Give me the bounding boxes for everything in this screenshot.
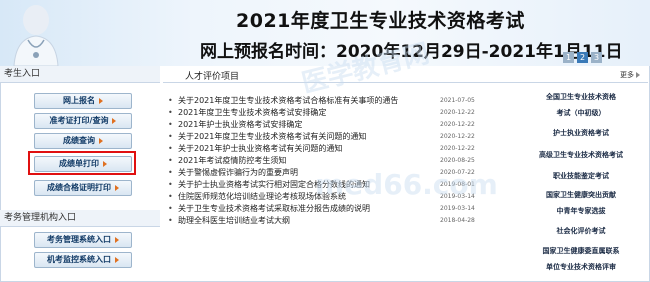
category-link[interactable]: 国家卫生健康委直属联系 bbox=[520, 246, 642, 256]
online-registration-button[interactable]: 网上报名 bbox=[34, 93, 132, 109]
exam-management-system-button[interactable]: 考务管理系统入口 bbox=[34, 232, 132, 248]
chevron-right-icon bbox=[99, 97, 103, 104]
slide-dot-2[interactable]: 2 bbox=[577, 52, 588, 63]
news-item[interactable]: • 关于2021年度卫生专业技术资格考试合格标准有关事项的通告 2021-07-05 bbox=[168, 94, 508, 106]
section-title: 人才评价项目 bbox=[185, 72, 240, 82]
slide-indicator: 1 2 3 bbox=[563, 52, 602, 63]
banner-title: 2021年度卫生专业技术资格考试 bbox=[236, 10, 525, 32]
category-link[interactable]: 国家卫生健康突出贡献 bbox=[520, 190, 642, 200]
category-link[interactable]: 单位专业技术资格评审 bbox=[520, 262, 642, 272]
chevron-right-icon bbox=[99, 137, 103, 144]
score-query-button[interactable]: 成绩查询 bbox=[34, 133, 132, 149]
category-link[interactable]: 考试（中初级） bbox=[520, 108, 642, 118]
header-banner: 2021年度卫生专业技术资格考试 网上预报名时间：2020年12月29日-202… bbox=[0, 0, 650, 66]
news-item[interactable]: • 2021年考试疫情防控考生须知 2020-08-25 bbox=[168, 154, 508, 166]
category-link[interactable]: 社会化评价考试 bbox=[520, 226, 642, 236]
news-item[interactable]: • 关于卫生专业技术资格考试采取标准分报告成绩的说明 2019-03-14 bbox=[168, 202, 508, 214]
chevron-right-icon bbox=[115, 184, 119, 191]
category-link[interactable]: 职业技能鉴定考试 bbox=[520, 171, 642, 181]
news-item[interactable]: • 关于警惕虚假诈骗行为的重要声明 2020-07-22 bbox=[168, 166, 508, 178]
admin-section-title: 考务管理机构入口 bbox=[0, 210, 160, 227]
category-link[interactable]: 中青年专家选拔 bbox=[520, 206, 642, 216]
more-link[interactable]: 更多 bbox=[620, 70, 640, 80]
news-item[interactable]: • 住院医师规范化培训结业理论考核现场体验系统 2019-03-14 bbox=[168, 190, 508, 202]
exam-monitoring-system-button[interactable]: 机考监控系统入口 bbox=[34, 252, 132, 268]
chevron-right-icon bbox=[115, 236, 119, 243]
news-item[interactable]: • 关于护士执业资格考试实行相对固定合格分数线的通知 2019-08-01 bbox=[168, 178, 508, 190]
qualification-certificate-print-button[interactable]: 成绩合格证明打印 bbox=[34, 180, 132, 196]
news-list: • 关于2021年度卫生专业技术资格考试合格标准有关事项的通告 2021-07-05… bbox=[168, 94, 508, 226]
category-link[interactable]: 高级卫生专业技术资格考试 bbox=[520, 150, 642, 160]
doctor-illustration-icon bbox=[13, 5, 59, 66]
chevron-right-icon bbox=[112, 117, 117, 124]
news-item[interactable]: • 2021年度卫生专业技术资格考试安排确定 2020-12-22 bbox=[168, 106, 508, 118]
slide-dot-3[interactable]: 3 bbox=[591, 52, 602, 63]
banner-subtitle: 网上预报名时间：2020年12月29日-2021年1月11日 bbox=[200, 42, 623, 62]
candidate-section-title: 考生入口 bbox=[0, 66, 160, 83]
chevron-right-icon bbox=[115, 256, 119, 263]
category-link[interactable]: 全国卫生专业技术资格 bbox=[520, 92, 642, 102]
slide-dot-1[interactable]: 1 bbox=[563, 52, 574, 63]
news-item[interactable]: • 关于2021年护士执业资格考试有关问题的通知 2020-12-22 bbox=[168, 142, 508, 154]
highlight-box bbox=[28, 151, 136, 175]
news-item[interactable]: • 关于2021年度卫生专业技术资格考试有关问题的通知 2020-12-22 bbox=[168, 130, 508, 142]
admission-ticket-button[interactable]: 准考证打印/查询 bbox=[34, 113, 132, 129]
news-item[interactable]: • 2021年护士执业资格考试安排确定 2020-12-22 bbox=[168, 118, 508, 130]
chevron-right-icon bbox=[636, 72, 640, 78]
news-item[interactable]: • 助理全科医生培训结业考试大纲 2018-04-28 bbox=[168, 214, 508, 226]
category-link[interactable]: 护士执业资格考试 bbox=[520, 128, 642, 138]
main-section-header: 人才评价项目 更多 bbox=[163, 66, 648, 83]
